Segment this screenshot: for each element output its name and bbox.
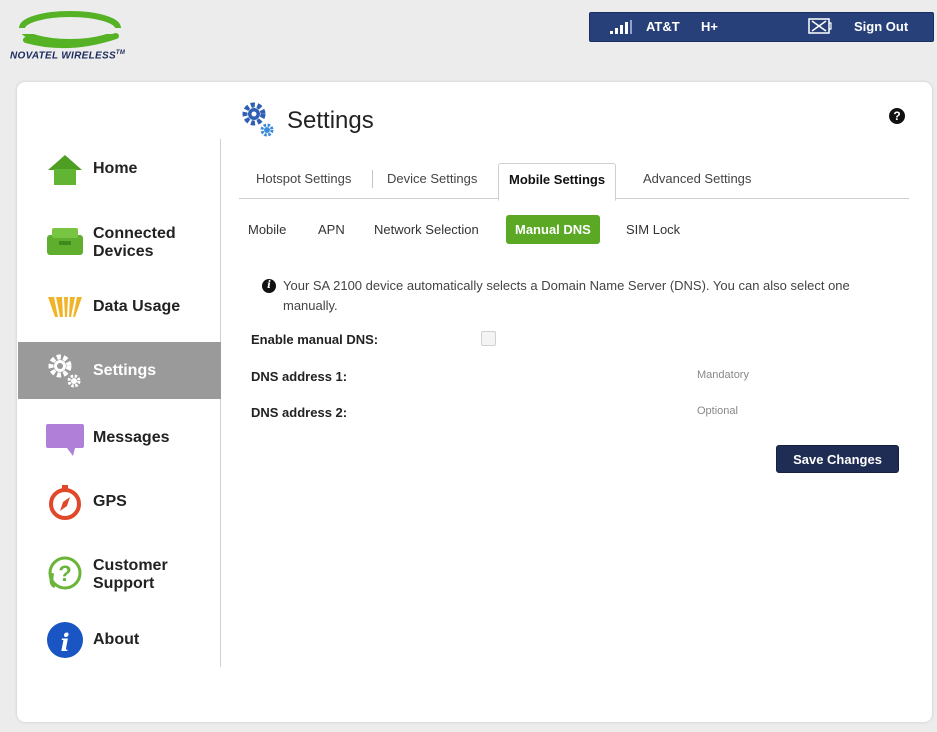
subtab-manual-dns[interactable]: Manual DNS (506, 215, 600, 244)
network-type: H+ (701, 19, 718, 34)
sidebar-item-about[interactable]: i About (18, 611, 221, 668)
home-icon (48, 154, 82, 185)
sim-card-icon (808, 18, 832, 34)
svg-text:i: i (60, 628, 69, 657)
gps-compass-icon (49, 484, 81, 520)
sidebar-item-data-usage[interactable]: Data Usage (18, 278, 221, 335)
info-icon: i (262, 279, 276, 293)
help-icon[interactable]: ? (889, 108, 905, 124)
dns-address-1-label: DNS address 1: (251, 369, 348, 384)
subtab-mobile[interactable]: Mobile (248, 222, 286, 237)
dns-address-1-input[interactable] (695, 363, 889, 387)
page-title: Settings (287, 107, 374, 134)
sign-out-link[interactable]: Sign Out (854, 19, 908, 34)
tab-separator (372, 170, 373, 188)
messages-icon (46, 423, 84, 456)
settings-gears-icon (48, 354, 81, 387)
settings-title-icon (242, 102, 274, 137)
signal-strength-icon (610, 20, 632, 34)
info-about-icon: i (47, 621, 83, 658)
data-usage-icon (48, 296, 82, 317)
sidebar-item-messages[interactable]: Messages (18, 409, 221, 466)
tab-mobile-settings[interactable]: Mobile Settings (498, 163, 617, 201)
sidebar-item-settings[interactable]: Settings (18, 342, 221, 399)
customer-support-icon: ? (48, 556, 82, 589)
sidebar-item-gps[interactable]: GPS (18, 473, 221, 530)
save-changes-button[interactable]: Save Changes (776, 445, 899, 473)
subtab-sim-lock[interactable]: SIM Lock (626, 222, 680, 237)
brand-name: NOVATEL WIRELESSTM (10, 50, 126, 62)
enable-manual-dns-label: Enable manual DNS: (251, 332, 379, 347)
dns-address-2-label: DNS address 2: (251, 405, 348, 420)
tab-advanced-settings[interactable]: Advanced Settings (643, 163, 751, 199)
sidebar-item-connected-devices[interactable]: Connected Devices (18, 214, 221, 271)
enable-manual-dns-checkbox[interactable] (481, 331, 496, 346)
status-bar: AT&T H+ Sign Out (589, 12, 934, 42)
sidebar-item-home[interactable]: Home (18, 140, 221, 197)
subtab-apn[interactable]: APN (318, 222, 345, 237)
sidebar-item-customer-support[interactable]: ? Customer Support (18, 546, 221, 603)
tab-hotspot-settings[interactable]: Hotspot Settings (256, 163, 351, 199)
dns-address-2-input[interactable] (695, 399, 889, 423)
subtab-network-selection[interactable]: Network Selection (374, 222, 479, 237)
tab-device-settings[interactable]: Device Settings (387, 163, 477, 199)
carrier-name: AT&T (646, 19, 680, 34)
svg-text:?: ? (58, 561, 71, 586)
connected-devices-icon (47, 227, 83, 255)
dns-info-text: Your SA 2100 device automatically select… (283, 278, 850, 313)
